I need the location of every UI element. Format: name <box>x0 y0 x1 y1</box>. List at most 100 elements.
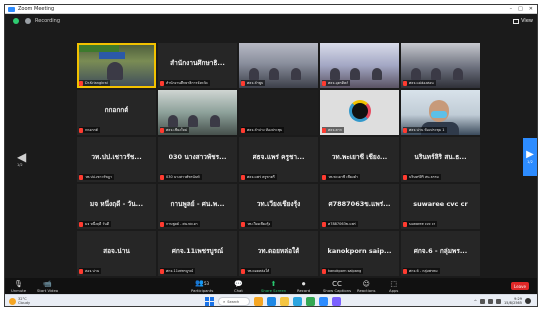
show-captions-button[interactable]: CC Show Captions <box>323 280 351 293</box>
taskbar-app-icon[interactable] <box>319 297 328 306</box>
participant-tile[interactable]: วท.พะเยาซี เชียง... วท.พะเยาซี เชียงคำ <box>320 137 399 182</box>
participant-tile[interactable]: ศ7887063ข.แพร่... ศ7887063ข.แพร่ <box>320 184 399 229</box>
zoom-app-icon <box>8 6 15 12</box>
participant-name-label: ศ7887063ข.แพร่ <box>322 221 358 227</box>
participant-tile[interactable]: ศธจ.แม่ฮ่องสอน <box>401 43 480 88</box>
volume-icon[interactable] <box>488 298 494 304</box>
unmute-button[interactable]: 🎙 Unmute <box>11 280 26 293</box>
participant-name-label: ศกจ.6 - กลุ่มพรหม <box>403 268 440 274</box>
participant-tile[interactable]: ศกจ.11เพชรบูรณ์ ศกจ.11เพชรบูรณ์ <box>158 231 237 276</box>
info-icon[interactable] <box>25 18 31 24</box>
participant-label-text: ศธจ.แพร่ ครูชาตรี <box>247 175 275 179</box>
participant-video-person <box>411 68 421 80</box>
participant-tile[interactable]: ศธจ.แพร่ ครูชา... ศธจ.แพร่ ครูชาตรี <box>239 137 318 182</box>
participant-tile[interactable]: suwaree cvc cr suwaree cvc cr <box>401 184 480 229</box>
taskbar-app-icon[interactable] <box>280 297 289 306</box>
close-button[interactable]: ✕ <box>529 6 533 12</box>
participant-name-label: kanokporn saipang <box>322 268 364 274</box>
microphone-muted-icon <box>160 80 164 86</box>
participant-tile[interactable]: ศธจ.ลำปาง ห้องประชุม <box>239 90 318 135</box>
microphone-muted-icon <box>79 174 83 180</box>
participant-label-text: ศธจ.เชียงใหม่ <box>166 128 188 132</box>
participant-display-name: กกอกกต์ <box>104 105 129 114</box>
participant-video-person <box>210 115 220 127</box>
microphone-muted-icon <box>241 127 245 133</box>
next-page-button[interactable]: ▶ 1/2 <box>523 138 537 176</box>
participant-tile[interactable]: ศธจ.อุตรดิตถ์ <box>320 43 399 88</box>
participant-video-person <box>372 68 382 80</box>
participant-tile[interactable]: kanokporn saip... kanokporn saipang <box>320 231 399 276</box>
participant-tile[interactable]: สอจ.น่าน สอจ.น่าน <box>77 231 156 276</box>
taskbar-apps: ⌕ Search <box>205 297 341 306</box>
participant-name-label: 030 นางสาวพัชรนันท์ <box>160 174 202 180</box>
participant-tile[interactable]: ศธจ.เชียงใหม่ <box>158 90 237 135</box>
participant-tile[interactable]: ศธจ.น่าน ห้องประชุม 1 <box>401 90 480 135</box>
minimize-button[interactable]: – <box>510 6 513 12</box>
taskbar-app-icon[interactable] <box>306 297 315 306</box>
next-page-indicator: 1/2 <box>527 160 533 164</box>
taskbar-app-icon[interactable] <box>267 297 276 306</box>
participant-video-person <box>453 68 463 80</box>
participants-label: Participants <box>191 288 214 293</box>
share-screen-button[interactable]: ⬆ Share Screen <box>261 280 286 293</box>
participant-label-text: kanokporn saipang <box>328 269 362 273</box>
windows-start-icon[interactable] <box>205 297 214 306</box>
participant-display-name: ศกจ.6 - กลุ่มพร... <box>413 246 468 255</box>
participant-display-name: สำนักงานศึกษาธิ... <box>170 58 225 67</box>
participant-tile[interactable]: ศกจ.6 - กลุ่มพร... ศกจ.6 - กลุ่มพรหม <box>401 231 480 276</box>
weather-widget[interactable]: 32°C Cloudy <box>9 297 30 305</box>
microphone-muted-icon <box>322 221 326 227</box>
battery-icon[interactable] <box>496 298 502 304</box>
microphone-muted-icon <box>160 268 164 274</box>
participant-tile[interactable]: 030 นางสาวพัชร... 030 นางสาวพัชรนันท์ <box>158 137 237 182</box>
participant-label-text: ศธจ.น่าน ห้องประชุม 1 <box>409 128 445 132</box>
participant-name-label: Dr.Kriangkrai <box>79 80 110 86</box>
participants-button[interactable]: 👥53 Participants <box>191 279 213 293</box>
participant-tile[interactable]: สำนักงานศึกษาธิ... สำนักงานศึกษาธิการจังห… <box>158 43 237 88</box>
start-video-button[interactable]: 📹 Start Video <box>37 280 58 293</box>
meeting-info-text: Recording <box>35 18 61 24</box>
participant-tile[interactable]: วท.ปป.เชาวรัช... วท.ปป.เชาวรัชฎา <box>77 137 156 182</box>
start-video-label: Start Video <box>37 288 59 293</box>
participant-tile[interactable]: กกอกกต์ กกอกกต์ <box>77 90 156 135</box>
participant-tile[interactable]: มจ หนึ่งฤดี - วัน... มจ หนึ่งฤดี วันดี <box>77 184 156 229</box>
record-button[interactable]: ⏺ Record <box>297 280 310 293</box>
view-button[interactable]: View <box>513 18 533 24</box>
maximize-button[interactable]: □ <box>518 6 523 12</box>
taskbar-app-icon[interactable] <box>254 297 263 306</box>
microphone-muted-icon <box>403 127 407 133</box>
reactions-button[interactable]: ☺ Reactions <box>357 280 375 293</box>
participant-name-label: กกอกกต์ <box>79 127 100 133</box>
taskbar-clock[interactable]: 9:29 15/8/2565 <box>504 297 522 305</box>
participant-video-person <box>330 68 340 80</box>
network-icon[interactable] <box>480 298 486 304</box>
participants-count: 53 <box>203 281 210 286</box>
participant-label-text: วท.ดอยหล่อใต้ <box>247 269 270 273</box>
participant-tile[interactable]: ศธจ.ตาก <box>320 90 399 135</box>
participant-name-label: ศธจ.ลำปาง ห้องประชุม <box>241 127 285 133</box>
participant-tile[interactable]: กานพูลย์ - ศน.พ... กานพูลย์ - ศน.พะเยา <box>158 184 237 229</box>
participant-label-text: ศธจ.ลำปาง ห้องประชุม <box>247 128 283 132</box>
taskbar-app-icon[interactable] <box>293 297 302 306</box>
participant-label-text: ศธจ.ลำพูน <box>247 81 264 85</box>
participant-tile[interactable]: นรินทร์ลิริ สน.ธ... นรินทร์ลิริ สน.ธรรม <box>401 137 480 182</box>
chat-button[interactable]: 💬 Chat <box>234 280 243 293</box>
participant-tile[interactable]: ศธจ.ลำพูน <box>239 43 318 88</box>
taskbar-search[interactable]: ⌕ Search <box>218 297 250 306</box>
participant-tile[interactable]: วท.เวียงเชียงรุ้ง วท.เวียงเชียงรุ้ง <box>239 184 318 229</box>
next-page-arrow-icon: ▶ <box>526 149 534 160</box>
participant-label-text: 030 นางสาวพัชรนันท์ <box>166 175 200 179</box>
leave-button[interactable]: Leave <box>511 282 529 290</box>
previous-page-arrow-icon[interactable]: ◀ <box>17 150 26 164</box>
show-hidden-icons-icon[interactable]: ^ <box>474 299 477 304</box>
notification-icon[interactable] <box>525 298 531 304</box>
shield-icon[interactable] <box>13 18 19 24</box>
clock-date: 15/8/2565 <box>504 301 522 305</box>
participant-tile[interactable]: Dr.Kriangkrai <box>77 43 156 88</box>
meeting-toolbar: 🎙 Unmute 📹 Start Video 👥53 Participants … <box>5 278 537 294</box>
participant-display-name: กานพูลย์ - ศน.พ... <box>170 199 225 208</box>
apps-icon: ⬚ <box>390 280 398 288</box>
taskbar-app-icon[interactable] <box>332 297 341 306</box>
participant-tile[interactable]: วท.ดอยหล่อใต้ วท.ดอยหล่อใต้ <box>239 231 318 276</box>
apps-button[interactable]: ⬚ Apps <box>389 280 398 293</box>
